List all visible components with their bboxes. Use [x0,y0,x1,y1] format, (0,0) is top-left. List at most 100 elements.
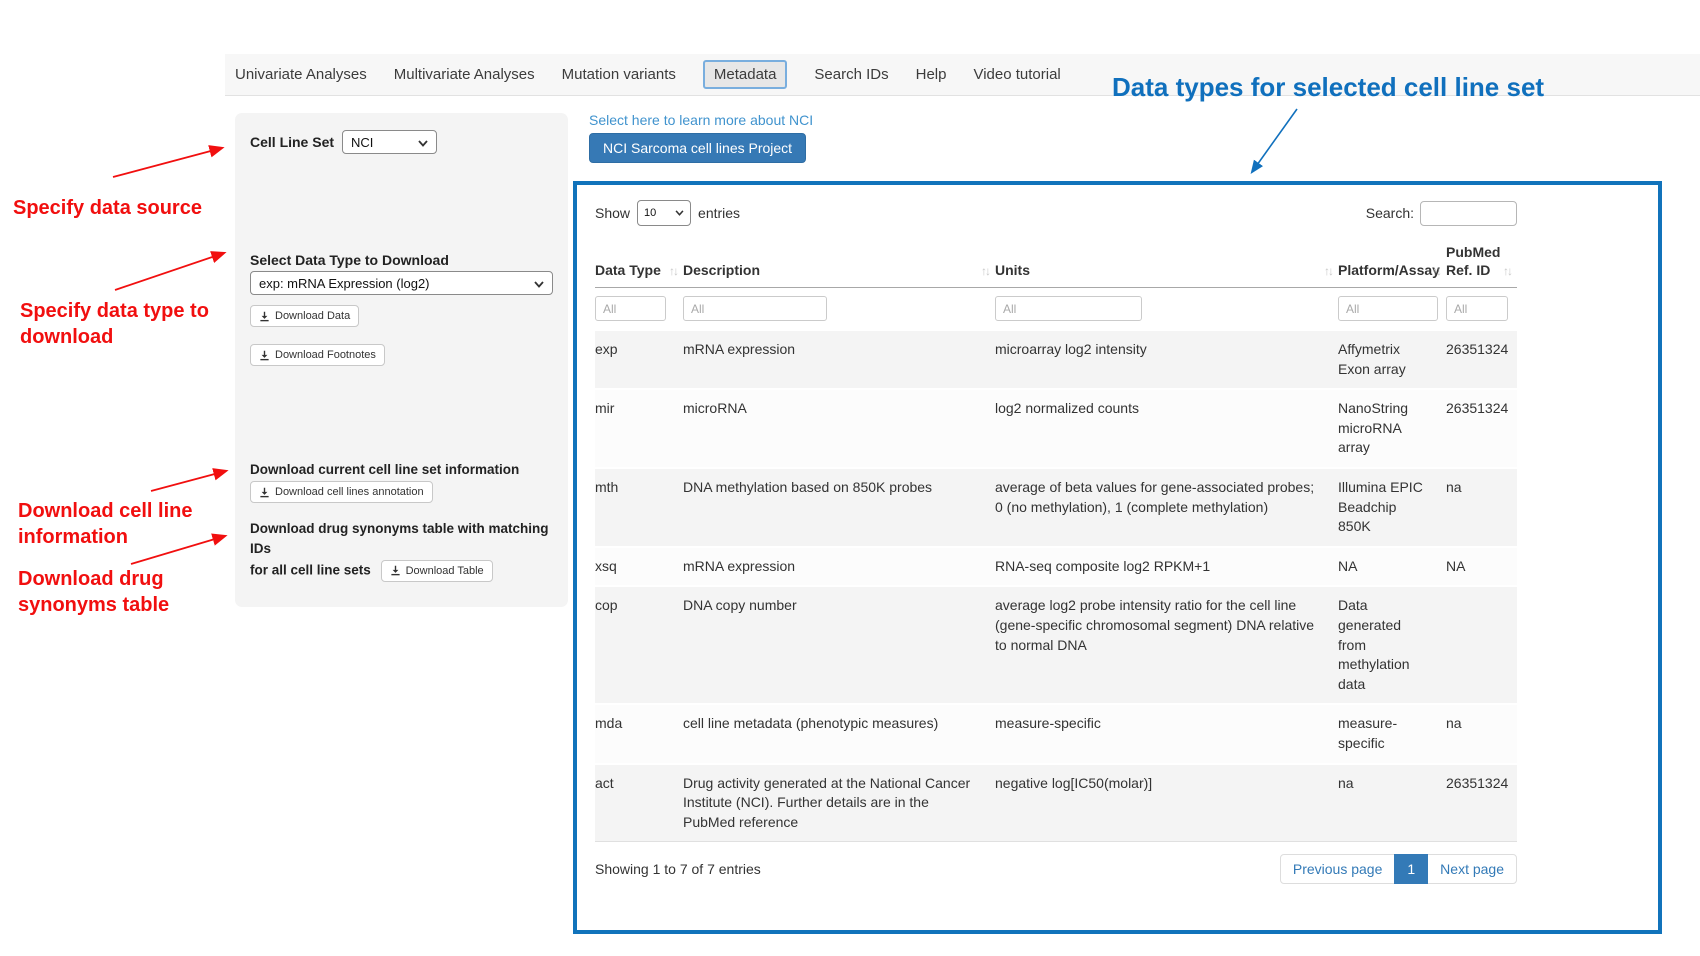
sort-icon[interactable]: ↑↓ [1503,264,1511,279]
table-row-exp: expmRNA expressionmicroarray log2 intens… [595,330,1517,389]
download-icon [259,487,270,498]
table-row-mth: mthDNA methylation based on 850K probesa… [595,468,1517,547]
previous-page-button[interactable]: Previous page [1280,854,1396,884]
data-types-table: Data Type↑↓Description↑↓Units↑↓Platform/… [595,238,1517,842]
filter-input-pubmed-ref-id[interactable] [1446,296,1508,321]
blue-arrow [1252,109,1297,172]
chevron-down-icon [534,276,544,291]
annotation-specify-data-type: Specify data type to download [20,298,250,350]
cell-line-set-select[interactable]: NCI [342,130,437,154]
table-row-act: actDrug activity generated at the Nation… [595,764,1517,842]
cell-type: mir [595,389,683,468]
data-types-panel: Show 10 entries Search: Data Type↑↓Descr… [573,181,1662,934]
sort-icon[interactable]: ↑↓ [669,264,677,279]
data-type-label: Select Data Type to Download [250,252,553,268]
cell-pubmed: 26351324 [1446,389,1517,468]
cell-units: microarray log2 intensity [995,330,1338,389]
download-icon [259,311,270,322]
column-header-data-type[interactable]: Data Type↑↓ [595,238,683,288]
column-header-pubmed-ref-id[interactable]: PubMed Ref. ID↑↓ [1446,238,1517,288]
cell-units: average log2 probe intensity ratio for t… [995,586,1338,704]
cell-description: cell line metadata (phenotypic measures) [683,704,995,763]
tab-mutation-variants[interactable]: Mutation variants [562,66,676,83]
cell-pubmed: 26351324 [1446,330,1517,389]
chevron-down-icon [418,135,428,150]
tab-multivariate-analyses[interactable]: Multivariate Analyses [394,66,535,83]
cell-pubmed: NA [1446,547,1517,587]
cell-units: negative log[IC50(molar)] [995,764,1338,842]
cell-line-set-label: Cell Line Set [250,134,334,150]
table-summary: Showing 1 to 7 of 7 entries [595,861,761,877]
data-type-select[interactable]: exp: mRNA Expression (log2) [250,271,553,295]
table-body: expmRNA expressionmicroarray log2 intens… [595,330,1517,842]
entries-label: entries [698,205,740,221]
filter-input-units[interactable] [995,296,1142,321]
cell-description: DNA methylation based on 850K probes [683,468,995,547]
cell-platform: Affymetrix Exon array [1338,330,1446,389]
column-header-description[interactable]: Description↑↓ [683,238,995,288]
annotation-specify-data-source: Specify data source [13,195,233,221]
cell-units: measure-specific [995,704,1338,763]
nci-project-button[interactable]: NCI Sarcoma cell lines Project [589,133,806,163]
cell-description: DNA copy number [683,586,995,704]
cell-type: xsq [595,547,683,587]
drug-synonyms-heading: Download drug synonyms table with matchi… [250,521,549,556]
chevron-down-icon [675,207,684,219]
page-1-button[interactable]: 1 [1394,854,1428,884]
download-data-button[interactable]: Download Data [250,305,359,327]
sort-icon[interactable]: ↑↓ [1432,264,1440,279]
cell-line-info-heading: Download current cell line set informati… [250,462,553,477]
download-footnotes-button[interactable]: Download Footnotes [250,344,385,366]
show-label: Show [595,205,630,221]
drug-synonyms-heading-line2: for all cell line sets [250,562,371,577]
search-input[interactable] [1420,201,1517,226]
sort-icon[interactable]: ↑↓ [1324,264,1332,279]
cell-pubmed: 26351324 [1446,764,1517,842]
column-header-platform-assay[interactable]: Platform/Assay↑↓ [1338,238,1446,288]
tab-video-tutorial[interactable]: Video tutorial [973,66,1060,83]
cell-pubmed: na [1446,704,1517,763]
column-header-units[interactable]: Units↑↓ [995,238,1338,288]
learn-more-link[interactable]: Select here to learn more about NCI [589,112,813,128]
cell-type: act [595,764,683,842]
download-table-button[interactable]: Download Table [381,560,493,582]
table-header-row: Data Type↑↓Description↑↓Units↑↓Platform/… [595,238,1517,288]
cell-platform: Illumina EPIC Beadchip 850K [1338,468,1446,547]
pagination: Previous page 1 Next page [1280,854,1517,884]
tab-metadata[interactable]: Metadata [703,60,788,89]
annotation-data-types-title: Data types for selected cell line set [1112,72,1544,103]
red-arrow [151,471,226,491]
table-row-mda: mdacell line metadata (phenotypic measur… [595,704,1517,763]
annotation-download-drug-synonyms: Download drug synonyms table [18,566,198,618]
cell-platform: na [1338,764,1446,842]
cell-type: exp [595,330,683,389]
table-row-cop: copDNA copy numberaverage log2 probe int… [595,586,1517,704]
cell-platform: NA [1338,547,1446,587]
red-arrow [113,148,222,177]
cell-units: average of beta values for gene-associat… [995,468,1338,547]
filter-input-platform-assay[interactable] [1338,296,1438,321]
cell-description: mRNA expression [683,330,995,389]
filter-input-data-type[interactable] [595,296,666,321]
tab-help[interactable]: Help [916,66,947,83]
next-page-button[interactable]: Next page [1427,854,1517,884]
red-arrow [115,253,224,290]
data-type-value: exp: mRNA Expression (log2) [259,276,430,291]
filter-input-description[interactable] [683,296,827,321]
cell-platform: Data generated from methylation data [1338,586,1446,704]
cell-description: Drug activity generated at the National … [683,764,995,842]
cell-description: mRNA expression [683,547,995,587]
table-filter-row [595,288,1517,331]
page-size-select[interactable]: 10 [637,200,691,226]
cell-pubmed [1446,586,1517,704]
sort-icon[interactable]: ↑↓ [981,264,989,279]
cell-description: microRNA [683,389,995,468]
cell-pubmed: na [1446,468,1517,547]
tab-univariate-analyses[interactable]: Univariate Analyses [235,66,367,83]
cell-platform: measure-specific [1338,704,1446,763]
sidebar-panel: Cell Line Set NCI Select Data Type to Do… [235,113,568,607]
tab-search-ids[interactable]: Search IDs [814,66,888,83]
download-icon [390,565,401,576]
download-cell-lines-annotation-button[interactable]: Download cell lines annotation [250,481,433,503]
search-label: Search: [1366,205,1414,221]
